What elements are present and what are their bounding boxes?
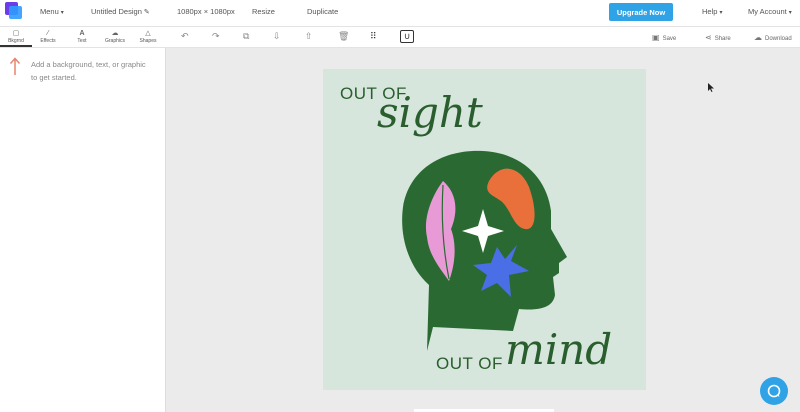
chat-bubble-icon — [767, 384, 781, 398]
chevron-down-icon: ▾ — [788, 10, 792, 16]
background-icon: ▢ — [12, 30, 20, 37]
design-canvas[interactable]: OUT OF sight OUT OF mind — [323, 69, 646, 390]
tab-shapes[interactable]: △ Shapes — [132, 27, 164, 47]
text-icon: A — [79, 30, 85, 37]
tab-effects[interactable]: ⁄ Effects — [32, 27, 64, 47]
head-silhouette — [402, 150, 567, 351]
share-icon: ⋖ — [705, 33, 712, 42]
pencil-icon: ✎ — [143, 9, 150, 16]
wand-icon: ⁄ — [47, 30, 49, 37]
tab-graphics[interactable]: ☁ Graphics — [99, 27, 131, 47]
mouse-cursor-icon — [708, 83, 714, 92]
chat-support-button[interactable] — [760, 377, 788, 405]
duplicate-button[interactable]: Duplicate — [307, 7, 338, 16]
account-menu[interactable]: My Account ▾ — [748, 7, 792, 16]
design-dimensions: 1080px × 1080px — [177, 7, 235, 16]
arrow-up-icon — [9, 57, 21, 75]
magnet-icon[interactable]: ∪ — [400, 30, 414, 43]
top-bar: Menu ▾ Untitled Design ✎ 1080px × 1080px R… — [0, 0, 800, 27]
tab-text[interactable]: A Text — [66, 27, 98, 47]
share-button[interactable]: ⋖ Share — [705, 33, 731, 42]
headline-out-of-bottom[interactable]: OUT OF — [436, 354, 503, 374]
arrange-front-icon[interactable]: ⇧ — [305, 31, 313, 42]
empty-state-hint: Add a background, text, or graphic to ge… — [31, 60, 146, 82]
graphics-icon: ☁ — [111, 30, 119, 37]
download-icon: ☁ — [754, 33, 762, 42]
copy-icon[interactable]: ⧉ — [243, 31, 249, 42]
app-logo[interactable] — [5, 2, 23, 20]
save-button[interactable]: ▣ Save — [652, 33, 676, 42]
headline-sight[interactable]: sight — [377, 87, 483, 139]
resize-button[interactable]: Resize — [252, 7, 275, 16]
save-icon: ▣ — [652, 33, 660, 42]
grid-icon[interactable]: ⠿ — [370, 31, 377, 42]
trash-icon[interactable]: 🗑 — [338, 31, 349, 42]
tool-bar: ▢ Bkgrnd ⁄ Effects A Text ☁ Graphics △ S… — [0, 27, 800, 48]
chevron-down-icon: ▾ — [719, 10, 723, 16]
download-button[interactable]: ☁ Download — [754, 33, 792, 42]
headline-mind[interactable]: mind — [505, 324, 612, 376]
shapes-icon: △ — [145, 30, 151, 37]
design-name[interactable]: Untitled Design ✎ — [91, 7, 150, 16]
sidebar-panel: Add a background, text, or graphic to ge… — [0, 48, 166, 412]
chevron-down-icon: ▾ — [60, 10, 64, 16]
upgrade-now-button[interactable]: Upgrade Now — [609, 3, 673, 21]
undo-icon[interactable]: ↶ — [181, 31, 189, 42]
arrange-back-icon[interactable]: ⇩ — [273, 31, 281, 42]
tab-background[interactable]: ▢ Bkgrnd — [0, 27, 32, 47]
menu-button[interactable]: Menu ▾ — [40, 7, 64, 16]
workspace: OUT OF sight OUT OF mind — [166, 48, 800, 412]
redo-icon[interactable]: ↷ — [212, 31, 220, 42]
help-menu[interactable]: Help ▾ — [702, 7, 722, 16]
